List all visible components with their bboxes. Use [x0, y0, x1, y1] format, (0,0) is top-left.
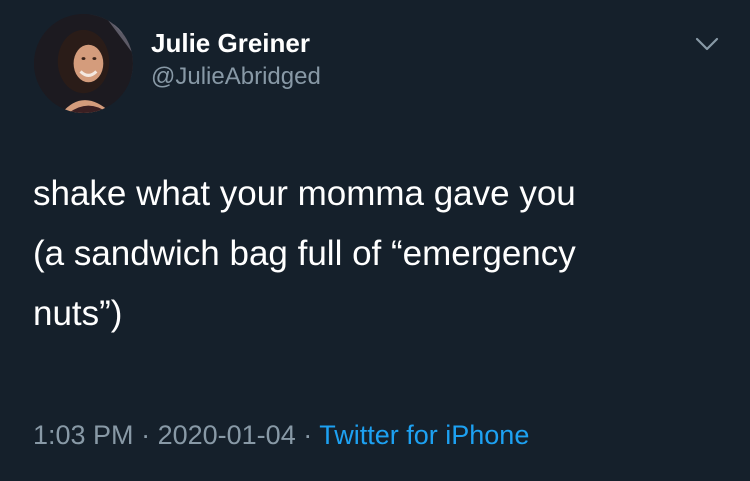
tweet-source-link[interactable]: Twitter for iPhone	[319, 420, 529, 450]
avatar-image	[34, 14, 133, 113]
tweet-time[interactable]: 1:03 PM	[33, 420, 134, 450]
tweet: Julie Greiner @JulieAbridged shake what …	[0, 0, 750, 481]
tweet-text: shake what your momma gave you (a sandwi…	[33, 164, 723, 344]
handle[interactable]: @JulieAbridged	[151, 62, 321, 92]
tweet-meta: 1:03 PM · 2020-01-04 · Twitter for iPhon…	[33, 418, 529, 452]
tweet-text-line: shake what your momma gave you	[33, 174, 576, 213]
display-name[interactable]: Julie Greiner	[151, 27, 310, 59]
tweet-date[interactable]: 2020-01-04	[158, 420, 296, 450]
meta-separator: ·	[303, 420, 313, 450]
chevron-down-icon[interactable]	[694, 34, 720, 54]
tweet-text-line: (a sandwich bag full of “emergency	[33, 234, 576, 273]
meta-separator: ·	[141, 420, 151, 450]
tweet-text-line: nuts”)	[33, 294, 123, 333]
avatar[interactable]	[34, 14, 133, 113]
